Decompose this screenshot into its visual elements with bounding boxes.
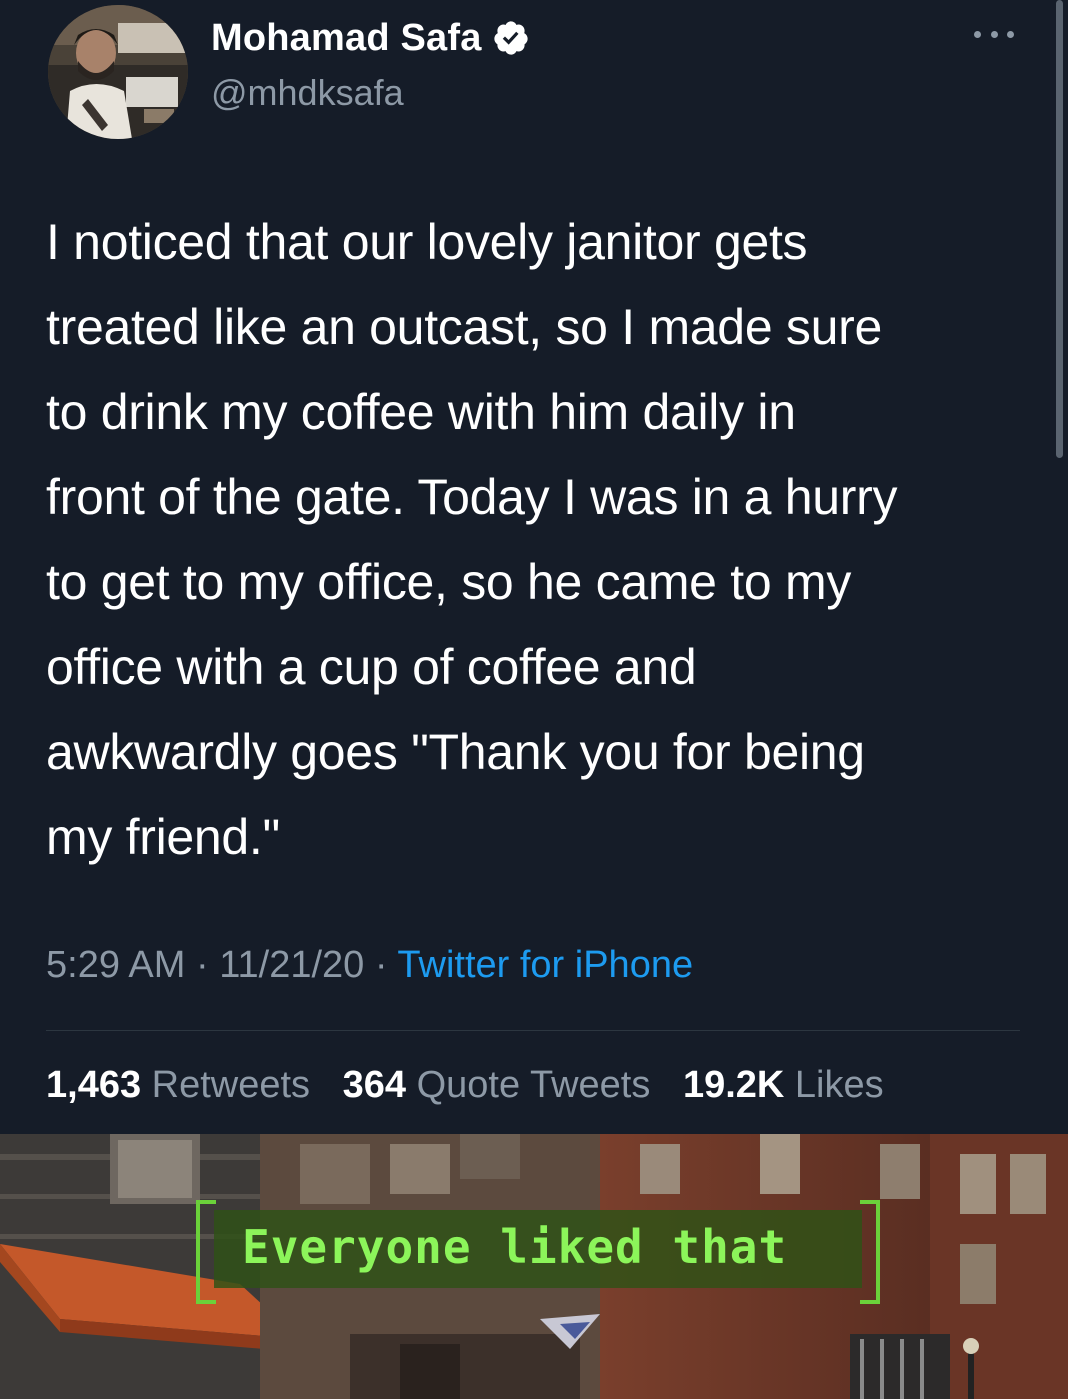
more-dot (974, 30, 981, 38)
avatar-photo-icon (48, 5, 188, 139)
meta-separator: · (374, 944, 388, 986)
tweet-stats: 1,463 Retweets 364 Quote Tweets 19.2K Li… (46, 1064, 906, 1107)
retweets-stat[interactable]: 1,463 Retweets (46, 1064, 321, 1106)
quotes-count: 364 (342, 1064, 407, 1106)
more-dot (1007, 30, 1014, 38)
more-dot (990, 30, 998, 38)
caption-text: Everyone liked that (242, 1220, 788, 1274)
scrollbar[interactable] (1056, 0, 1063, 458)
quotes-label: Quote Tweets (416, 1064, 651, 1106)
tweet-time[interactable]: 5:29 AM (46, 944, 185, 986)
author-row[interactable]: Mohamad Safa (211, 16, 530, 60)
divider (46, 1030, 1020, 1031)
tweet-date[interactable]: 11/21/20 (219, 944, 364, 986)
verified-badge-icon (493, 21, 528, 55)
meta-separator: · (195, 944, 209, 986)
likes-count: 19.2K (682, 1064, 785, 1106)
meme-caption: Everyone liked that (196, 1200, 880, 1304)
caption-bracket-right (860, 1200, 880, 1304)
author-name[interactable]: Mohamad Safa (211, 17, 482, 60)
tweet-source[interactable]: Twitter for iPhone (397, 944, 693, 986)
quotes-stat[interactable]: 364 Quote Tweets (343, 1064, 661, 1106)
caption-bracket-left (196, 1200, 216, 1304)
avatar[interactable] (48, 5, 188, 139)
tweet-text: I noticed that our lovely janitor gets t… (46, 214, 898, 865)
more-options-icon[interactable] (974, 24, 1014, 44)
retweets-count: 1,463 (46, 1064, 142, 1106)
author-handle[interactable]: @mhdksafa (211, 72, 404, 114)
tweet-meta: 5:29 AM · 11/21/20 · Twitter for iPhone (46, 944, 693, 987)
likes-label: Likes (794, 1064, 884, 1106)
retweets-label: Retweets (151, 1064, 311, 1106)
likes-stat[interactable]: 19.2K Likes (683, 1064, 884, 1106)
tweet-card: Mohamad Safa @mhdksafa I noticed that ou… (0, 0, 1068, 1134)
